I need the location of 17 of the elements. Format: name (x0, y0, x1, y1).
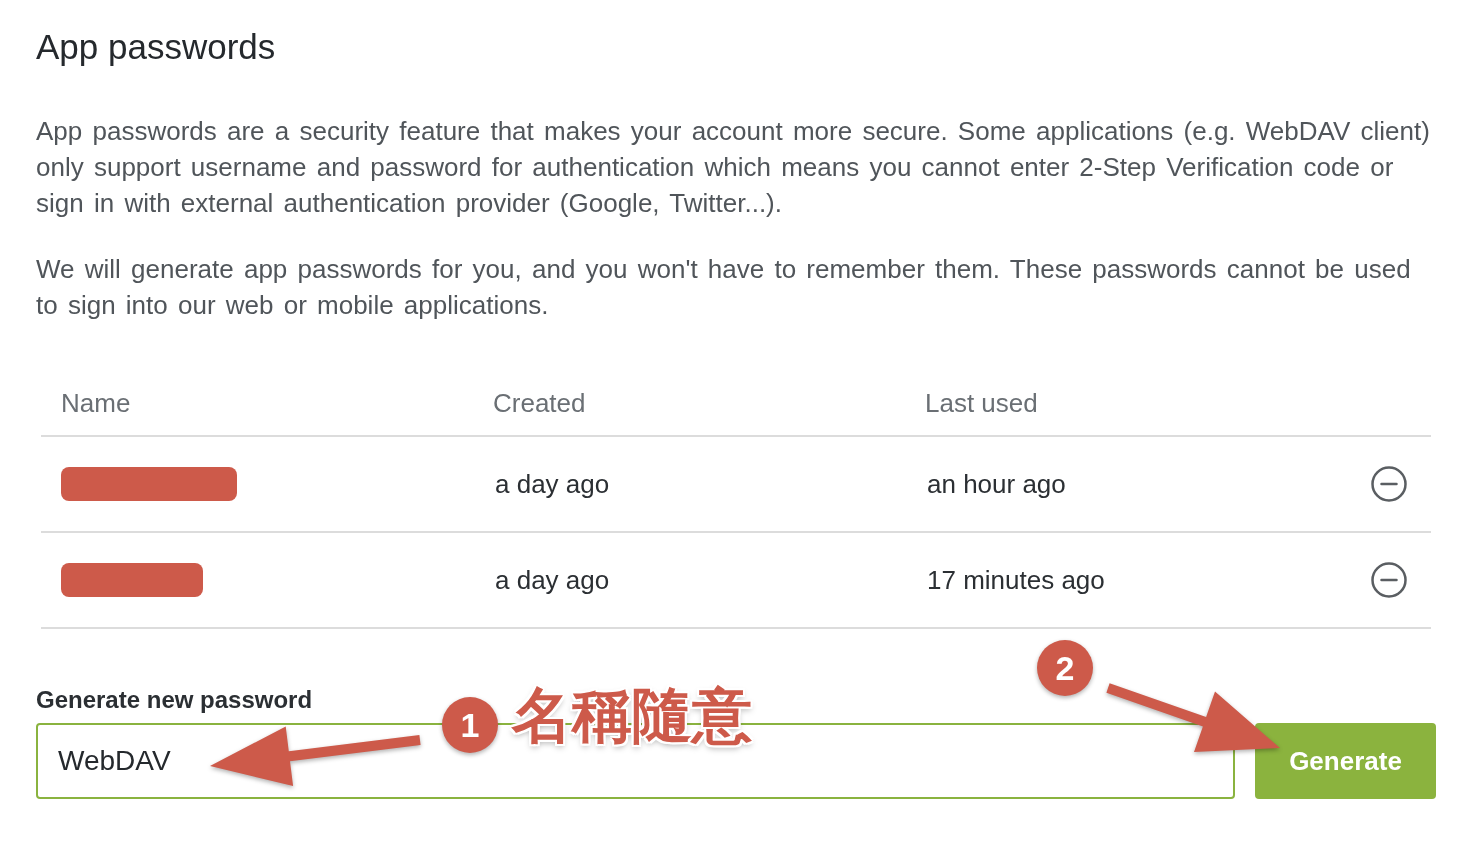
table-cell: a day ago (495, 564, 610, 595)
table-cell: an hour ago (927, 468, 1066, 499)
intro-paragraph: App passwords are a security feature that makes your account more secure. Some applications (e.g. WebDAV client) only support username and password for authentication which means you cannot enter 2-Step Verification code or sign in with external authentication provider (Google, Twitter...). (36, 115, 1431, 220)
table-cell: 17 minutes ago (927, 564, 1105, 595)
minus-circle-icon (1371, 466, 1407, 502)
intro-paragraph: We will generate app passwords for you, and you won't have to remember them. These passwords cannot be used to sign into our web or mobile applications. (36, 253, 1412, 322)
column-header: Name (61, 388, 131, 418)
field-label: Generate new password (36, 685, 313, 715)
step-marker: 2 (1037, 640, 1093, 696)
minus-circle-icon (1371, 562, 1407, 598)
page-title: App passwords (36, 26, 276, 68)
step-marker: 1 (442, 697, 498, 753)
remove-button[interactable] (1371, 466, 1407, 502)
column-header: Last used (925, 388, 1038, 418)
remove-button[interactable] (1371, 562, 1407, 598)
column-header: Created (493, 388, 586, 418)
table-cell: a day ago (495, 468, 610, 499)
